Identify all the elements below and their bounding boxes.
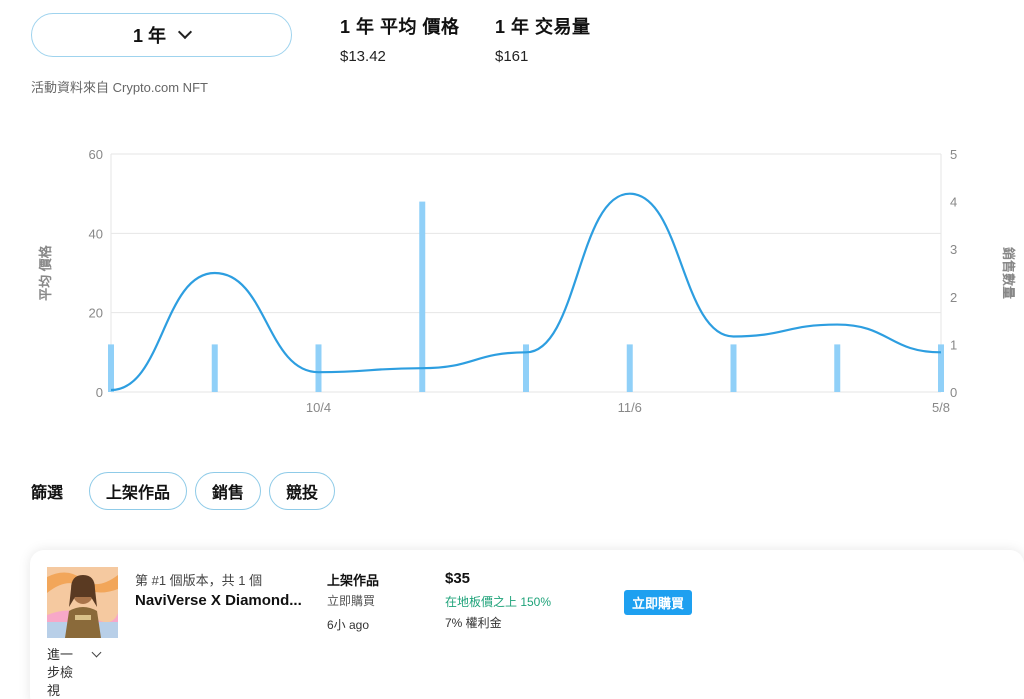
y-tick-left: 0: [96, 385, 103, 400]
volume-bar: [419, 201, 426, 392]
time-range-value: 1 年: [132, 26, 166, 46]
item-name[interactable]: NaviVerse X Diamond...: [135, 592, 313, 609]
filter-label: 篩選: [31, 485, 64, 502]
expand-label: 進一步檢視: [47, 647, 74, 698]
expand-details-toggle[interactable]: 進一步檢視: [47, 646, 107, 699]
volume-stat: 1 年 交易量 $161: [495, 13, 591, 65]
y-tick-right: 0: [950, 385, 957, 400]
avg-price-label: 1 年 平均 價格: [340, 17, 460, 37]
x-tick-label: 5/8: [932, 400, 950, 415]
filter-bar: 篩選 上架作品 銷售 競投: [31, 472, 336, 510]
y-tick-left: 20: [89, 306, 103, 321]
edition-text: 第 #1 個版本，共 1 個: [135, 573, 263, 588]
y-tick-right: 4: [950, 195, 957, 210]
volume-label: 1 年 交易量: [495, 17, 591, 37]
volume-bar: [315, 344, 322, 392]
listing-price: $35 在地板價之上 150% 7% 權利金: [445, 570, 551, 631]
time-range-select[interactable]: 1 年: [31, 13, 292, 57]
y-tick-left: 40: [89, 226, 103, 241]
chevron-down-icon: [91, 647, 102, 658]
y-tick-right: 5: [950, 147, 957, 162]
x-tick-label: 10/4: [306, 400, 331, 415]
volume-bar: [626, 344, 633, 392]
buy-now-button[interactable]: 立即購買: [624, 590, 693, 615]
y-tick-left: 60: [89, 147, 103, 162]
royalty-text: 7% 權利金: [445, 616, 502, 630]
chart-svg: 0 20 40 60 0 1 2 3 4 5 10/4 11/6 5/8 平均 價格 銷售數量: [38, 147, 1016, 415]
volume-bar: [730, 344, 737, 392]
y-axis-left-label: 平均 價格: [38, 244, 53, 301]
listing-time: 6小 ago: [327, 618, 370, 632]
floor-note: 在地板價之上 150%: [445, 595, 552, 609]
filter-chip-sales[interactable]: 銷售: [195, 472, 262, 510]
avg-price-stat: 1 年 平均 價格 $13.42: [340, 13, 460, 65]
filter-chip-listings[interactable]: 上架作品: [89, 472, 188, 510]
volume-bar: [834, 344, 841, 392]
y-tick-right: 3: [950, 242, 957, 257]
data-source-note: 活動資料來自 Crypto.com NFT: [31, 80, 208, 95]
volume-bar: [211, 344, 218, 392]
listing-type-label: 上架作品: [327, 573, 380, 588]
price-value: $35: [445, 570, 471, 587]
y-axis-right-label: 銷售數量: [1001, 247, 1016, 299]
y-tick-right: 1: [950, 337, 957, 352]
filter-chip-bids[interactable]: 競投: [269, 472, 336, 510]
chevron-down-icon: [177, 24, 193, 40]
listing-type-sub: 立即購買: [327, 594, 376, 608]
avg-price-value: $13.42: [340, 48, 386, 65]
nft-thumbnail[interactable]: [47, 567, 118, 638]
listing-card: 進一步檢視 第 #1 個版本，共 1 個 NaviVerse X Diamond…: [30, 550, 1024, 699]
volume-value: $161: [495, 48, 529, 65]
volume-bar: [108, 344, 114, 392]
listing-type: 上架作品 立即購買 6小 ago: [327, 570, 379, 633]
x-tick-label: 11/6: [618, 400, 642, 415]
price-volume-chart: 0 20 40 60 0 1 2 3 4 5 10/4 11/6 5/8 平均 價格 銷售數量: [0, 140, 1024, 430]
y-tick-right: 2: [950, 290, 957, 305]
